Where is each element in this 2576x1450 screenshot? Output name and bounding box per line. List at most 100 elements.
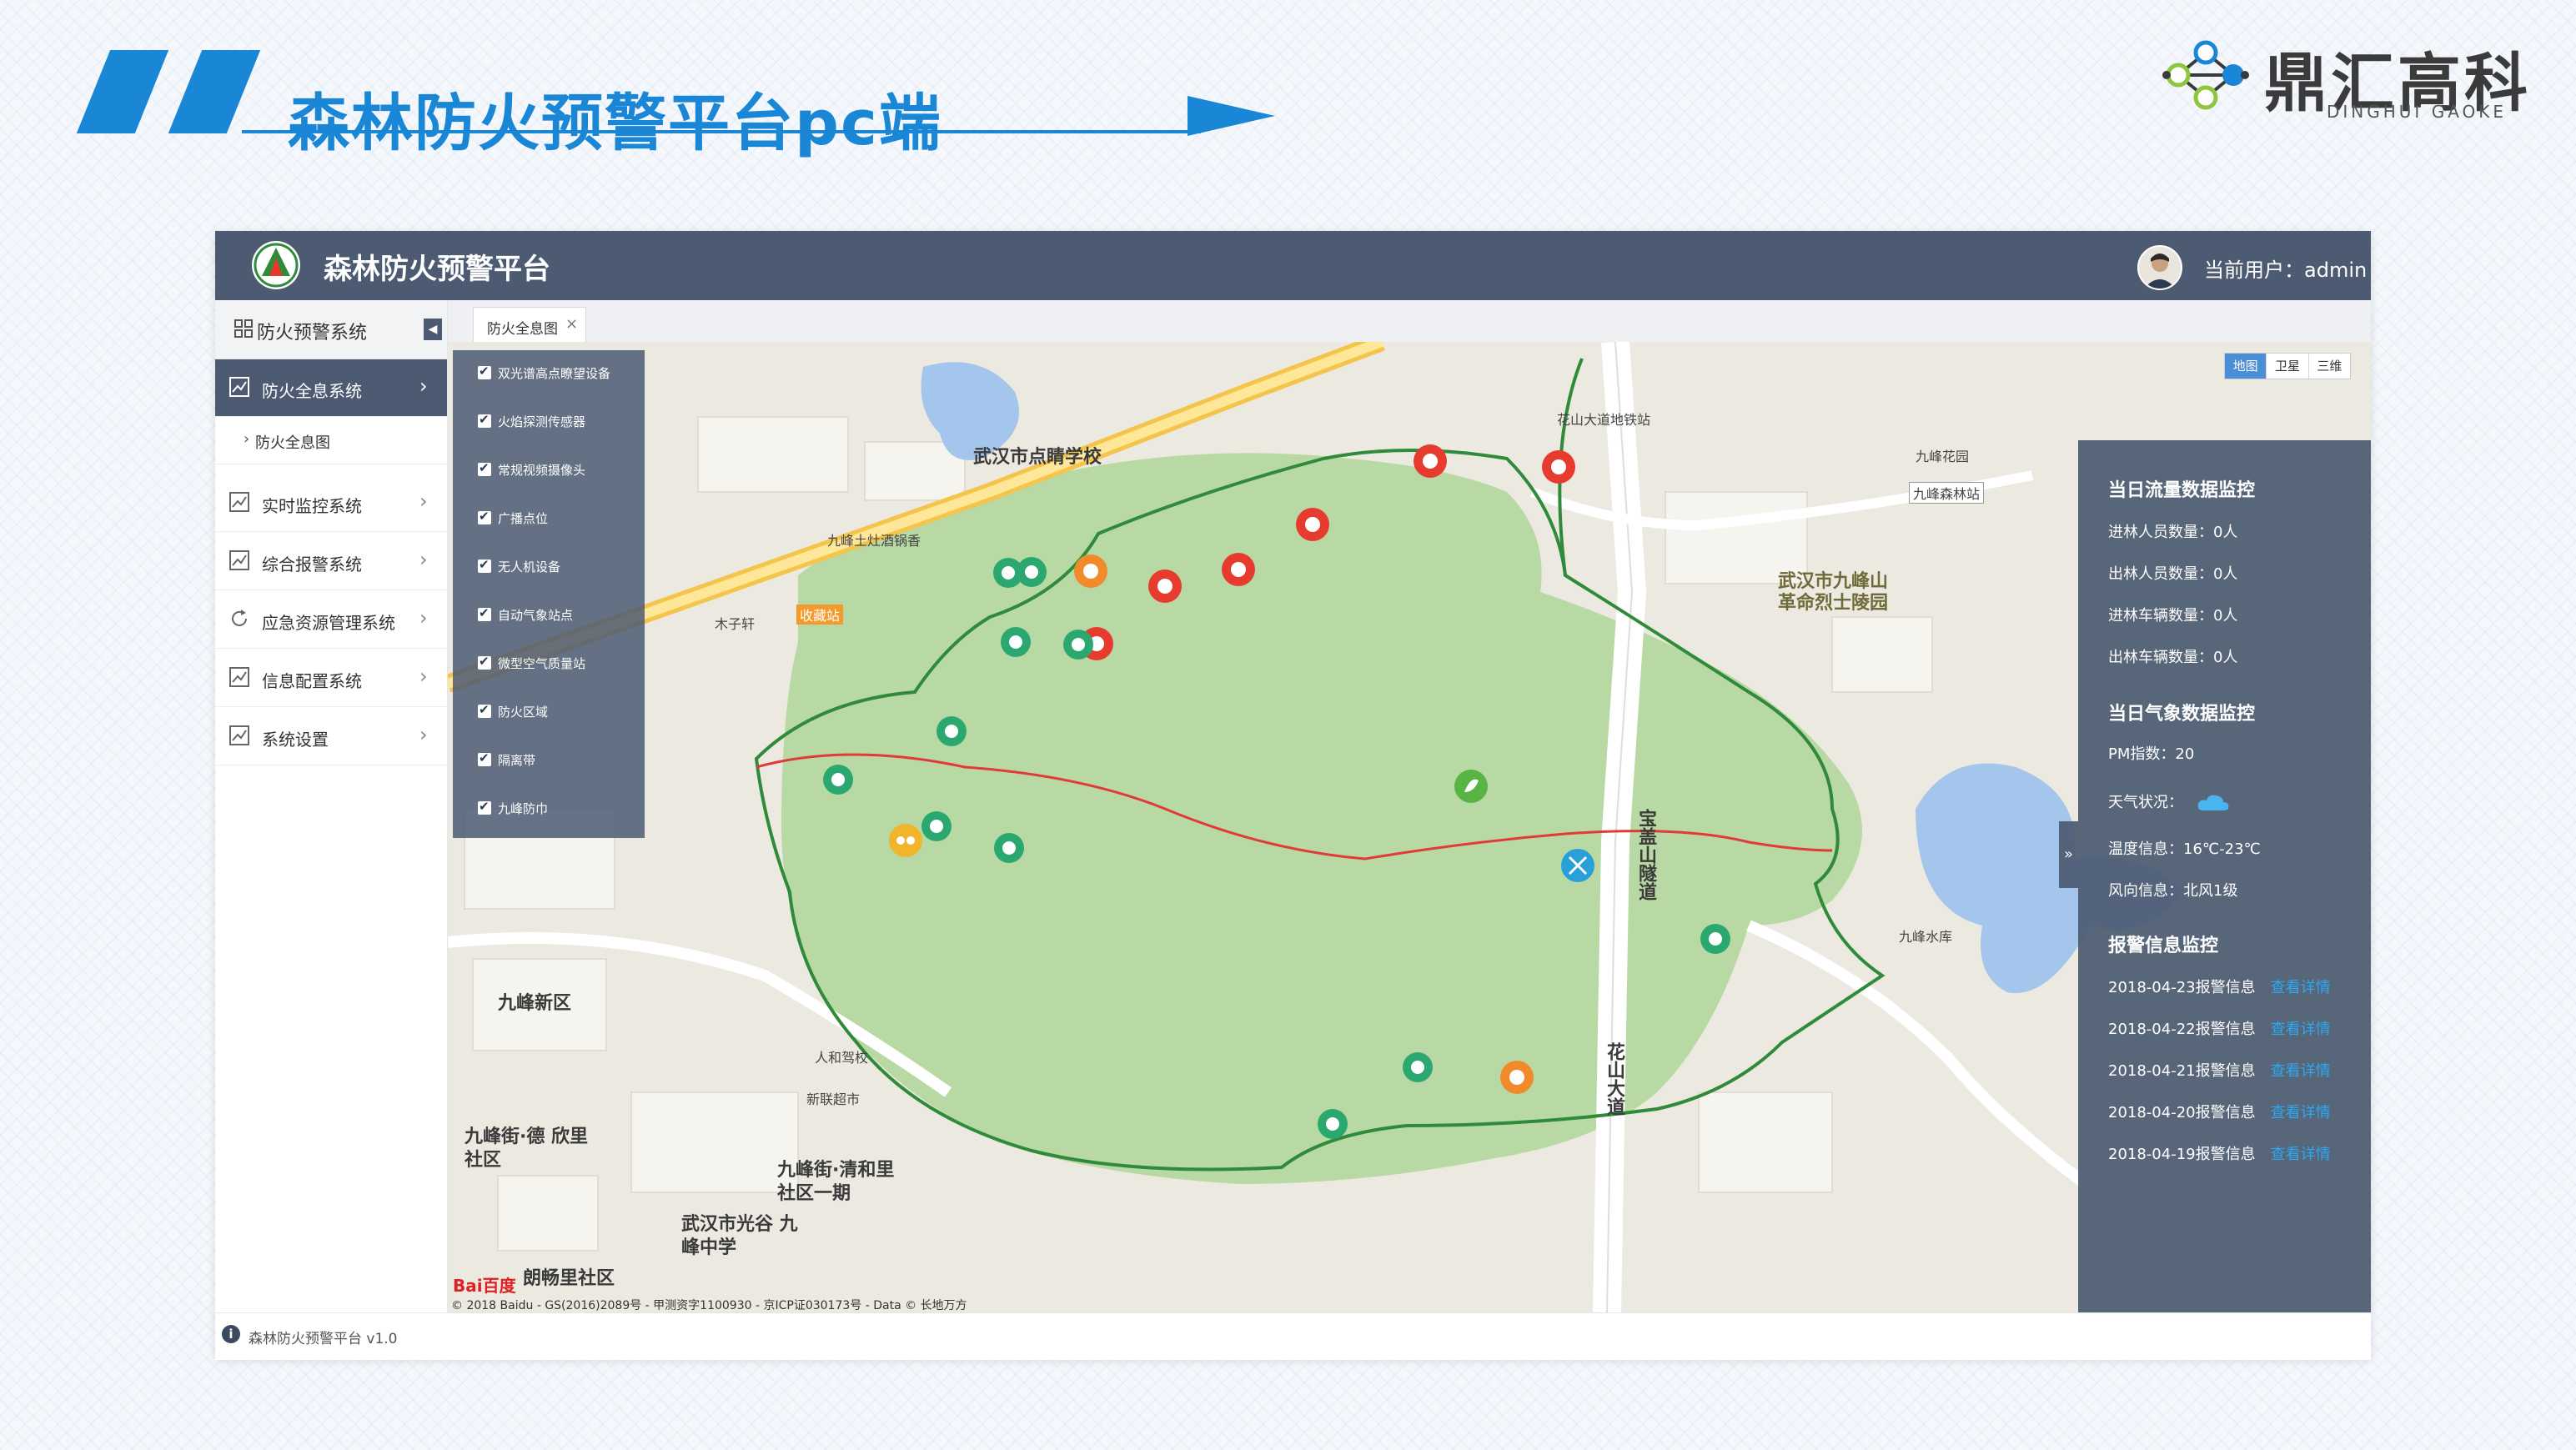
camera-marker[interactable] xyxy=(1017,557,1047,587)
alarm-row: 2018-04-21报警信息 查看详情 xyxy=(2108,1059,2331,1081)
layer-checkbox[interactable]: 防火区域 xyxy=(478,701,636,725)
layer-label: 自动气象站点 xyxy=(498,608,574,623)
info-icon: i xyxy=(222,1325,240,1343)
camera-marker[interactable] xyxy=(994,833,1024,863)
flow-row: 出林人员数量：0人 xyxy=(2108,562,2237,584)
alarm-detail-link[interactable]: 查看详情 xyxy=(2271,1146,2331,1163)
broadcast-marker[interactable] xyxy=(889,824,922,857)
weather-row: 天气状况： xyxy=(2108,790,2230,814)
layer-checkbox[interactable]: 广播点位 xyxy=(478,508,636,531)
layer-checkbox[interactable]: 隔离带 xyxy=(478,750,636,773)
header-stripe xyxy=(168,50,261,133)
brand-logo: 鼎汇高科 DINGHUI GAOKE xyxy=(2160,25,2543,125)
layer-filter-panel: 双光谱高点瞭望设备 火焰探测传感器 常规视频摄像头 广播点位 无人机设备 自动气… xyxy=(453,350,645,838)
flow-row: 出林车辆数量：0人 xyxy=(2108,645,2237,667)
camera-marker[interactable] xyxy=(1700,924,1730,954)
sidebar-item-label: 信息配置系统 xyxy=(262,671,362,691)
flow-label: 进林人员数量： xyxy=(2108,524,2213,541)
fire-alarm-marker[interactable] xyxy=(1222,553,1255,586)
bullet-icon: › xyxy=(244,430,250,448)
wind-value: 北风1级 xyxy=(2183,882,2238,900)
wind-label: 风向信息： xyxy=(2108,882,2183,900)
drone-marker[interactable] xyxy=(1561,849,1594,882)
sidebar-item-emergency[interactable]: 应急资源管理系统 › xyxy=(215,591,447,649)
sidebar-header-label: 防火预警系统 xyxy=(257,323,368,344)
fire-alarm-marker[interactable] xyxy=(1296,508,1329,541)
layer-checkbox[interactable]: 火焰探测传感器 xyxy=(478,411,636,434)
sidebar-subitem-holographic-map[interactable]: › 防火全息图 xyxy=(215,417,447,464)
flow-value: 0人 xyxy=(2213,607,2238,625)
fire-alarm-marker[interactable] xyxy=(1148,569,1182,603)
camera-marker[interactable] xyxy=(921,811,952,841)
alarm-text: 2018-04-21报警信息 xyxy=(2108,1062,2256,1080)
sidebar-collapse-button[interactable]: ◀ xyxy=(424,319,442,340)
flow-label: 出林人员数量： xyxy=(2108,565,2213,583)
map-view[interactable]: 武汉市点睛学校 武汉市九峰山 革命烈士陵园 宝盖山隧道 花山大道 九峰新区 九峰… xyxy=(448,342,2371,1312)
map-type-3d-button[interactable]: 三维 xyxy=(2308,354,2350,379)
alarm-monitor-title: 报警信息监控 xyxy=(2108,936,2219,956)
sidebar-item-label: 综合报警系统 xyxy=(262,554,362,574)
fire-alarm-marker[interactable] xyxy=(1542,450,1575,484)
alarm-detail-link[interactable]: 查看详情 xyxy=(2271,1062,2331,1080)
alarm-detail-link[interactable]: 查看详情 xyxy=(2271,979,2331,996)
alarm-detail-link[interactable]: 查看详情 xyxy=(2271,1104,2331,1121)
title-underline xyxy=(242,130,1201,133)
camera-marker[interactable] xyxy=(1001,627,1031,657)
info-panel-toggle-button[interactable]: » xyxy=(2059,821,2078,888)
alarm-text: 2018-04-22报警信息 xyxy=(2108,1021,2256,1038)
weather-label: 天气状况： xyxy=(2108,794,2183,811)
app-footer: i 森林防火预警平台 v1.0 xyxy=(215,1312,2371,1360)
layer-checkbox[interactable]: 无人机设备 xyxy=(478,556,636,579)
layer-checkbox[interactable]: 微型空气质量站 xyxy=(478,653,636,676)
checkbox-checked-icon xyxy=(478,460,491,476)
air-quality-marker[interactable] xyxy=(1454,770,1488,803)
layer-checkbox[interactable]: 双光谱高点瞭望设备 xyxy=(478,363,636,386)
weather-station-marker[interactable] xyxy=(1500,1061,1534,1094)
wind-row: 风向信息：北风1级 xyxy=(2108,879,2237,901)
camera-marker[interactable] xyxy=(1403,1052,1433,1082)
alarm-text: 2018-04-20报警信息 xyxy=(2108,1104,2256,1121)
camera-marker[interactable] xyxy=(823,765,853,795)
checkbox-checked-icon xyxy=(478,750,491,766)
app-topbar: 森林防火预警平台 当前用户：admin xyxy=(215,231,2371,300)
sidebar-item-monitoring[interactable]: 实时监控系统 › xyxy=(215,474,447,532)
layer-label: 常规视频摄像头 xyxy=(498,463,586,478)
grid-icon xyxy=(234,319,253,338)
tab-holographic-map[interactable]: 防火全息图 × xyxy=(473,307,586,343)
weather-station-marker[interactable] xyxy=(1074,554,1107,588)
alarm-detail-link[interactable]: 查看详情 xyxy=(2271,1021,2331,1038)
current-user-label[interactable]: 当前用户：admin xyxy=(2204,253,2367,283)
sidebar-item-label: 实时监控系统 xyxy=(262,496,362,516)
refresh-icon xyxy=(232,610,247,626)
alarm-text: 2018-04-23报警信息 xyxy=(2108,979,2256,996)
user-avatar[interactable] xyxy=(2137,245,2182,290)
sidebar-item-settings[interactable]: 系统设置 › xyxy=(215,708,447,765)
camera-marker[interactable] xyxy=(1063,630,1093,660)
checkbox-checked-icon xyxy=(478,557,491,573)
alarm-row: 2018-04-22报警信息 查看详情 xyxy=(2108,1017,2331,1039)
alarm-row: 2018-04-19报警信息 查看详情 xyxy=(2108,1142,2331,1164)
title-arrow xyxy=(1188,96,1275,136)
chevron-right-icon: › xyxy=(419,489,428,513)
map-copyright: © 2018 Baidu - GS(2016)2089号 - 甲测资字11009… xyxy=(451,1299,967,1312)
sidebar-item-alarm[interactable]: 综合报警系统 › xyxy=(215,533,447,590)
layer-label: 九峰防巾 xyxy=(498,801,549,816)
chevron-right-icon: › xyxy=(419,723,428,746)
close-icon[interactable]: × xyxy=(565,315,578,333)
map-type-satellite-button[interactable]: 卫星 xyxy=(2267,354,2309,379)
sidebar-item-holographic[interactable]: 防火全息系统 › xyxy=(215,359,447,417)
map-type-map-button[interactable]: 地图 xyxy=(2225,354,2267,379)
camera-marker[interactable] xyxy=(1318,1109,1348,1139)
sidebar-item-label: 防火全息系统 xyxy=(262,381,362,401)
layer-checkbox[interactable]: 常规视频摄像头 xyxy=(478,459,636,483)
temperature-row: 温度信息：16℃-23℃ xyxy=(2108,837,2261,859)
pm-label: PM指数： xyxy=(2108,745,2176,763)
chevron-right-icon: › xyxy=(419,548,428,571)
weather-monitor-title: 当日气象数据监控 xyxy=(2108,704,2256,725)
layer-checkbox[interactable]: 九峰防巾 xyxy=(478,798,636,821)
sidebar-item-config[interactable]: 信息配置系统 › xyxy=(215,650,447,707)
camera-marker[interactable] xyxy=(936,716,967,746)
layer-checkbox[interactable]: 自动气象站点 xyxy=(478,605,636,628)
fire-alarm-marker[interactable] xyxy=(1414,444,1447,478)
checkbox-checked-icon xyxy=(478,654,491,670)
